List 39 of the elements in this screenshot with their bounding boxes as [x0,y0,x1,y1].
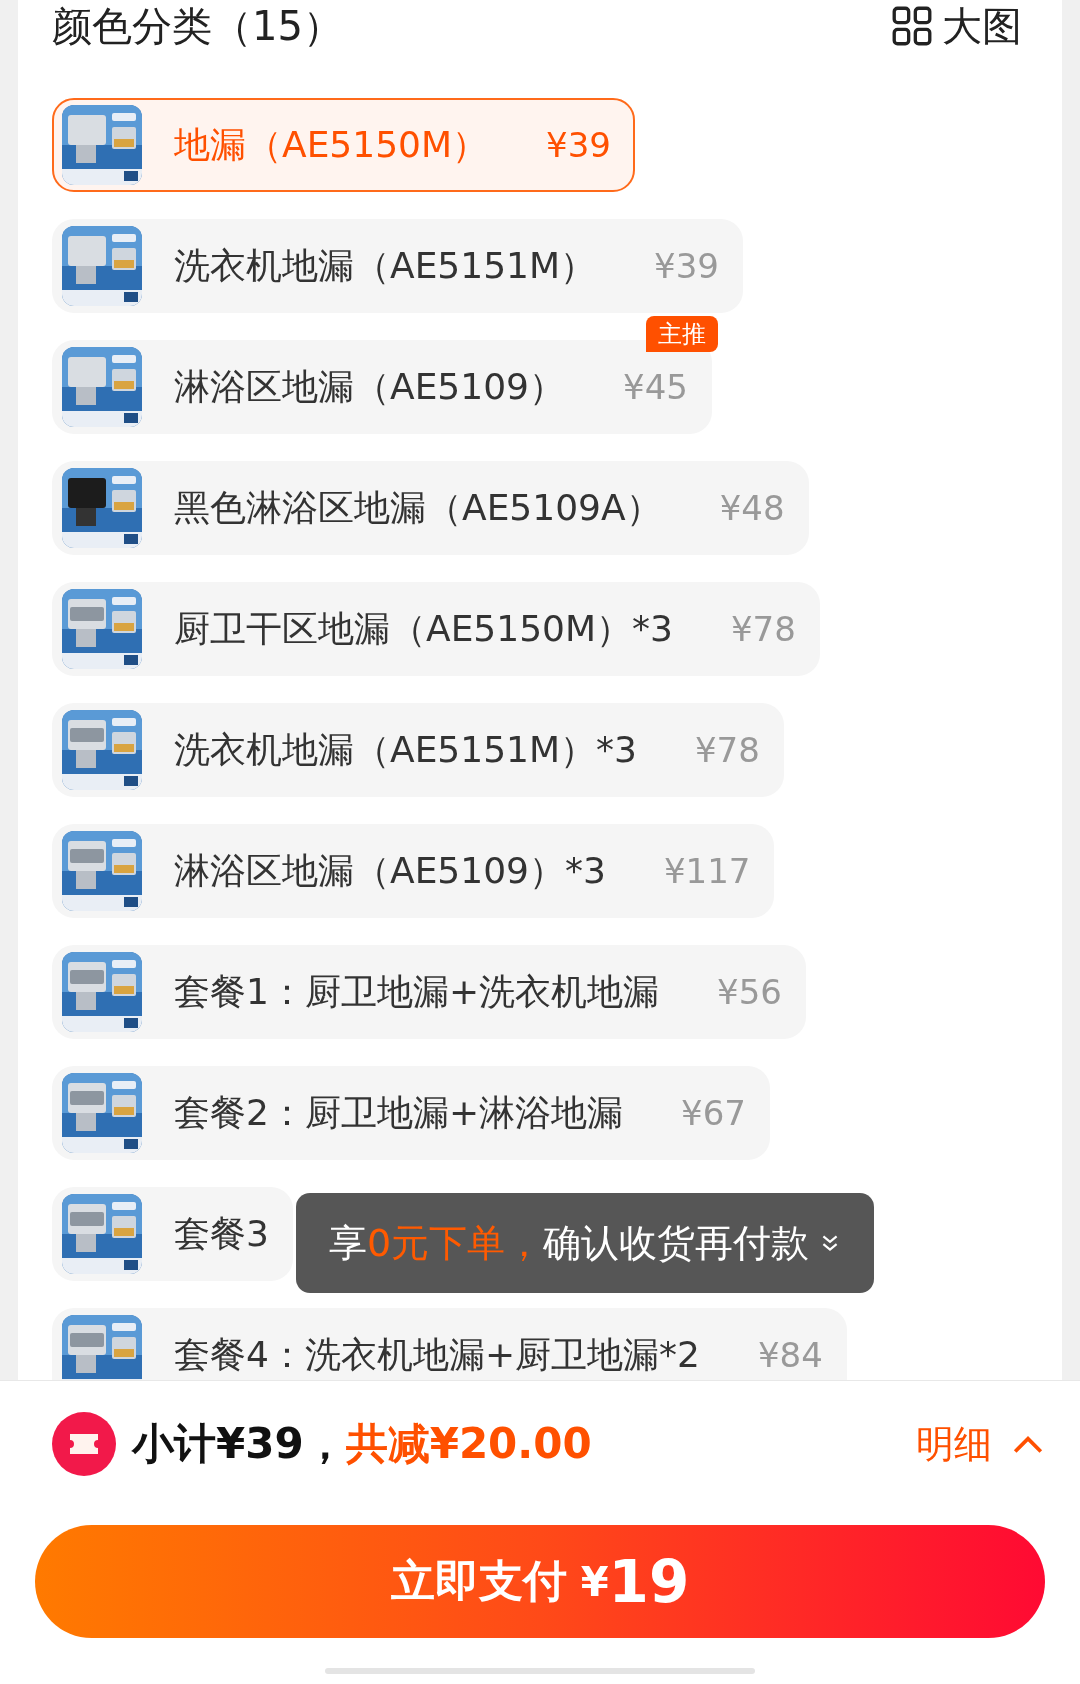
option-label: 地漏（AE5150M） [174,122,489,167]
option-chip[interactable]: 淋浴区地漏（AE5109）*3 ¥117 [52,824,775,918]
option-price: ¥84 [758,1335,823,1375]
option-price: ¥117 [663,851,751,891]
large-view-toggle[interactable]: 大图 [892,0,1022,54]
option-chip[interactable]: 套餐2：厨卫地漏+淋浴地漏 ¥67 [52,1066,770,1160]
payment-toast[interactable]: 享0元下单，确认收货再付款 [296,1193,874,1293]
option-label: 洗衣机地漏（AE5151M） [174,243,597,288]
option-label: 洗衣机地漏（AE5151M）*3 [174,727,637,772]
option-price: ¥56 [717,972,782,1012]
option-chip[interactable]: 套餐3 [52,1187,293,1281]
option-price: ¥78 [694,730,760,770]
discount-text: 共减¥20.00 [345,1418,592,1470]
option-price: ¥45 [623,367,688,407]
option-price: ¥67 [681,1093,746,1133]
option-label: 套餐3 [174,1211,269,1256]
pay-button[interactable]: 立即支付 ¥19 [35,1525,1045,1638]
option-label: 淋浴区地漏（AE5109） [174,364,565,409]
option-price: ¥39 [546,125,611,165]
option-price: ¥48 [719,488,785,528]
option-chip[interactable]: 套餐4：洗衣机地漏+厨卫地漏*2 ¥84 [52,1308,847,1380]
grid-icon [892,6,932,46]
option-chip[interactable]: 黑色淋浴区地漏（AE5109A） ¥48 [52,461,809,555]
section-title: 颜色分类（15） [52,1,343,51]
option-price: ¥78 [730,609,796,649]
option-label: 套餐1：厨卫地漏+洗衣机地漏 [174,969,660,1014]
recommended-badge: 主推 [645,316,718,352]
option-label: 厨卫干区地漏（AE5150M）*3 [174,606,673,651]
option-label: 淋浴区地漏（AE5109）*3 [174,848,606,893]
option-chip[interactable]: 洗衣机地漏（AE5151M） ¥39 [52,219,743,313]
subtotal-text: 小计¥39， [132,1418,346,1470]
option-price: ¥39 [654,246,719,286]
option-chip[interactable]: 洗衣机地漏（AE5151M）*3 ¥78 [52,703,784,797]
option-chip[interactable]: 套餐1：厨卫地漏+洗衣机地漏 ¥56 [52,945,806,1039]
option-label: 套餐4：洗衣机地漏+厨卫地漏*2 [174,1332,700,1377]
coupon-icon [52,1412,116,1476]
option-label: 黑色淋浴区地漏（AE5109A） [174,485,662,530]
option-label: 套餐2：厨卫地漏+淋浴地漏 [174,1090,624,1135]
option-chip[interactable]: 厨卫干区地漏（AE5150M）*3 ¥78 [52,582,820,676]
